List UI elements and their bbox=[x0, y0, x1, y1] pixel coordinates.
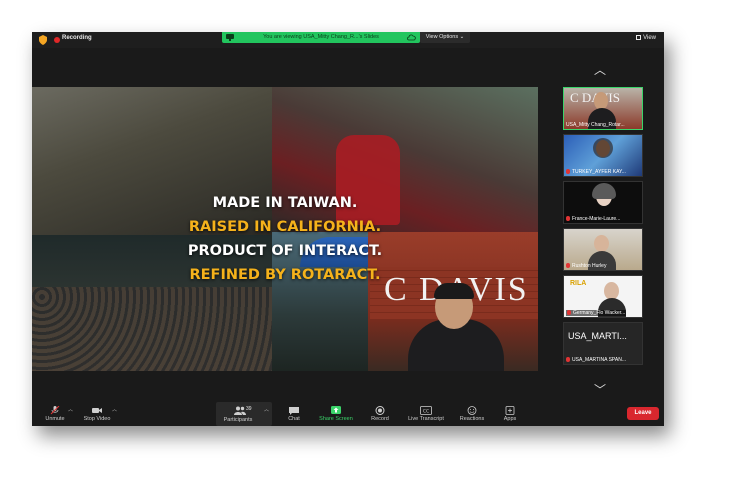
muted-mic-icon bbox=[566, 169, 570, 174]
participants-button[interactable]: 39 ︿ Participants bbox=[216, 402, 272, 426]
closed-caption-icon: CC bbox=[420, 406, 432, 415]
speaker-hair bbox=[434, 283, 474, 299]
record-icon bbox=[375, 406, 385, 415]
live-transcript-button[interactable]: CC Live Transcript bbox=[404, 402, 448, 426]
zoom-window: Recording You are viewing USA_Mitty Chan… bbox=[32, 32, 664, 426]
stop-video-button[interactable]: Stop Video bbox=[80, 402, 114, 426]
participant-display-name: USA_MARTI... bbox=[568, 331, 627, 341]
apps-label: Apps bbox=[503, 416, 517, 422]
participant-name: TURKEY_AYFER KAY... bbox=[572, 169, 626, 175]
participant-tile[interactable]: TURKEY_AYFER KAY... bbox=[563, 134, 643, 177]
view-label: View bbox=[643, 35, 656, 41]
slide-line-4: REFINED BY ROTARACT. bbox=[189, 267, 381, 283]
apps-icon bbox=[505, 406, 515, 415]
participant-label: USA_MARTINA SPAN... bbox=[566, 357, 626, 363]
audio-options-chevron-icon[interactable]: ︿ bbox=[68, 406, 73, 413]
top-bar: Recording You are viewing USA_Mitty Chan… bbox=[32, 32, 664, 48]
participant-hair bbox=[593, 138, 613, 158]
reactions-label: Reactions bbox=[459, 416, 485, 422]
stop-video-label: Stop Video bbox=[83, 416, 111, 422]
meeting-toolbar: Unmute ︿ Stop Video ︿ 39 ︿ Participants bbox=[32, 402, 664, 426]
record-button[interactable]: Record bbox=[366, 402, 394, 426]
participant-name: France-Marie-Laure... bbox=[572, 216, 621, 222]
participant-tile[interactable]: RILA Germany_Flo Wacker... bbox=[563, 275, 643, 318]
participant-face bbox=[594, 235, 609, 252]
participant-tile[interactable]: C DAVIS USA_Mitty Chang_Rotar... bbox=[563, 87, 643, 130]
participant-count: 39 bbox=[246, 406, 252, 412]
share-screen-icon bbox=[331, 406, 341, 414]
video-camera-icon bbox=[92, 408, 102, 413]
unmute-button[interactable]: Unmute bbox=[40, 402, 70, 426]
recording-dot-icon bbox=[54, 37, 60, 43]
reactions-button[interactable]: Reactions bbox=[456, 402, 488, 426]
chat-button[interactable]: Chat bbox=[282, 402, 306, 426]
video-options-chevron-icon[interactable]: ︿ bbox=[112, 406, 117, 413]
participant-name: Germany_Flo Wacker... bbox=[573, 310, 626, 316]
participant-tile[interactable]: Rushton Hurley bbox=[563, 228, 643, 271]
rila-logo-text: RILA bbox=[570, 280, 587, 287]
participant-tile[interactable]: France-Marie-Laure... bbox=[563, 181, 643, 224]
participant-name: USA_MARTINA SPAN... bbox=[572, 357, 626, 363]
live-transcript-label: Live Transcript bbox=[408, 416, 444, 422]
share-screen-label: Share Screen bbox=[319, 416, 353, 422]
share-screen-button[interactable]: Share Screen bbox=[316, 402, 356, 426]
muted-mic-icon bbox=[566, 357, 570, 362]
svg-text:CC: CC bbox=[423, 408, 429, 414]
leave-button[interactable]: Leave bbox=[627, 407, 659, 420]
record-label: Record bbox=[371, 416, 389, 422]
participants-label: Participants bbox=[223, 417, 253, 423]
participants-icon bbox=[234, 406, 246, 415]
security-shield-icon[interactable] bbox=[38, 35, 48, 45]
view-button[interactable]: View bbox=[636, 35, 656, 41]
slide-line-3: PRODUCT OF INTERACT. bbox=[187, 243, 383, 259]
participant-name: USA_Mitty Chang_Rotar... bbox=[566, 122, 625, 128]
slide-headline: MADE IN TAIWAN. RAISED IN CALIFORNIA. PR… bbox=[152, 191, 418, 287]
participant-label: Germany_Flo Wacker... bbox=[566, 310, 627, 316]
shared-slide: C DAVIS MADE IN TAIWAN. RAISED IN CALIFO… bbox=[32, 87, 538, 371]
participant-name: Rushton Hurley bbox=[572, 263, 607, 269]
apps-button[interactable]: Apps bbox=[498, 402, 522, 426]
participant-hair bbox=[592, 183, 616, 199]
viewing-banner: You are viewing USA_Mitty Chang_R...'s S… bbox=[222, 32, 420, 43]
unmute-label: Unmute bbox=[45, 416, 65, 422]
slide-line-2: RAISED IN CALIFORNIA. bbox=[188, 219, 382, 235]
slide-crowd-pattern bbox=[32, 287, 272, 371]
muted-mic-icon bbox=[566, 216, 570, 221]
participant-tile[interactable]: USA_MARTI... USA_MARTINA SPAN... bbox=[563, 322, 643, 365]
grid-view-icon bbox=[636, 35, 642, 40]
slide-line-1: MADE IN TAIWAN. bbox=[212, 195, 358, 211]
chat-label: Chat bbox=[288, 416, 300, 422]
microphone-muted-icon bbox=[50, 406, 60, 415]
gallery-scroll-up-icon[interactable]: ︿ bbox=[594, 61, 606, 78]
gallery-scroll-down-icon[interactable]: ﹀ bbox=[594, 381, 606, 398]
muted-mic-icon bbox=[566, 263, 570, 268]
view-options-button[interactable]: View Options ⌄ bbox=[420, 32, 470, 43]
participants-chevron-icon[interactable]: ︿ bbox=[264, 406, 269, 413]
participant-label: TURKEY_AYFER KAY... bbox=[566, 169, 626, 175]
participant-label: France-Marie-Laure... bbox=[566, 216, 620, 222]
smiley-icon bbox=[467, 406, 477, 415]
cloud-icon bbox=[407, 34, 416, 41]
muted-mic-icon bbox=[567, 310, 571, 315]
viewing-banner-text: You are viewing USA_Mitty Chang_R...'s S… bbox=[263, 34, 379, 40]
recording-label: Recording bbox=[62, 35, 92, 41]
chat-bubble-icon bbox=[289, 407, 299, 415]
participant-label: Rushton Hurley bbox=[566, 263, 606, 269]
